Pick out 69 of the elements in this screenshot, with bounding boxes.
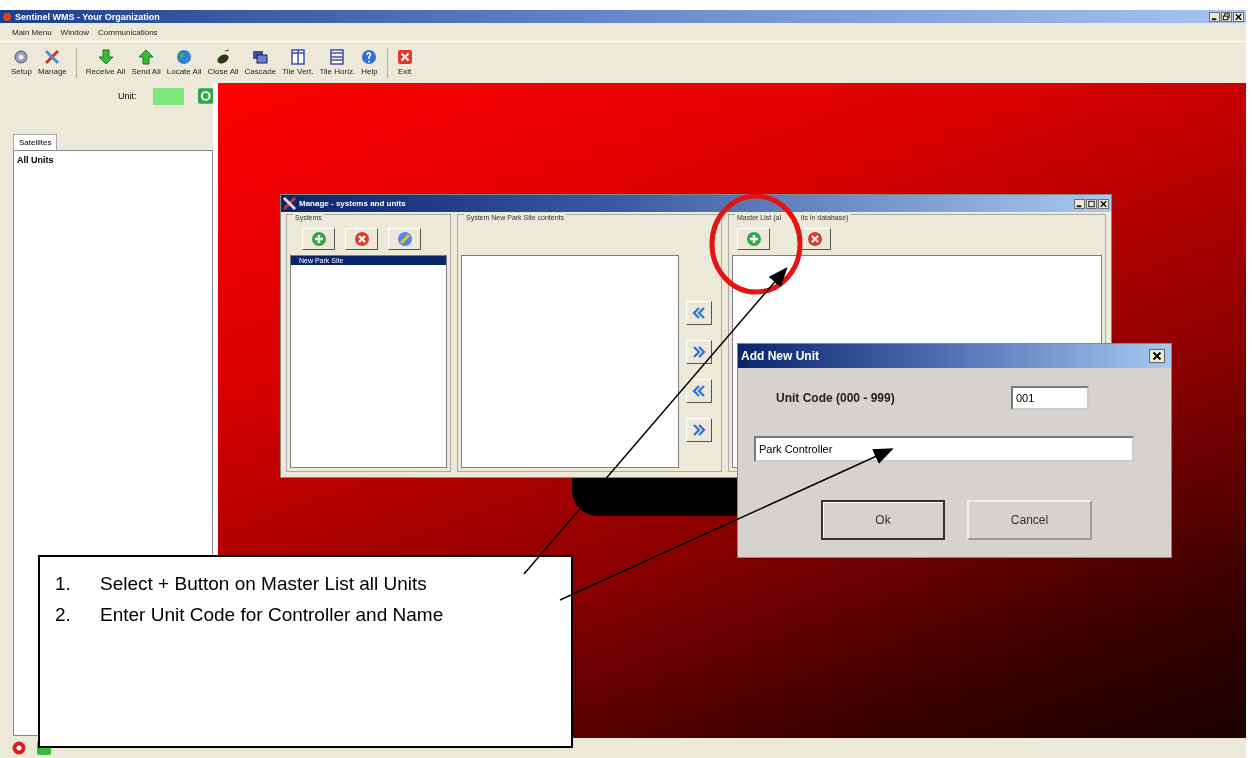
edit-button[interactable] <box>388 228 421 250</box>
up-arrow-icon <box>138 49 155 65</box>
down-arrow-icon <box>97 49 114 65</box>
ok-button[interactable]: Ok <box>821 500 945 540</box>
double-arrow-icon <box>691 346 706 358</box>
toolbar-button[interactable]: Exit <box>395 49 414 76</box>
close-icon[interactable] <box>1098 198 1109 209</box>
step-number: 2. <box>55 603 72 626</box>
dialog-title: Add New Unit <box>741 349 819 363</box>
gear-icon <box>13 49 30 65</box>
close-icon[interactable] <box>1149 349 1165 363</box>
help-icon <box>361 49 378 65</box>
tree-item[interactable]: All Units <box>17 155 209 165</box>
delete-icon <box>806 231 823 247</box>
delete-icon <box>353 231 370 247</box>
toolbar-button[interactable]: Help <box>360 49 379 76</box>
cancel-button[interactable]: Cancel <box>967 500 1092 540</box>
toolbar-button[interactable]: Locate All <box>165 49 203 76</box>
tile-horizontal-icon <box>329 49 346 65</box>
unit-field[interactable] <box>152 87 184 105</box>
move-button[interactable] <box>685 379 712 403</box>
move-button[interactable] <box>685 340 712 364</box>
app-icon <box>3 12 11 21</box>
double-arrow-icon <box>691 385 706 397</box>
add-button[interactable] <box>737 228 770 250</box>
restore-icon[interactable] <box>1221 11 1232 22</box>
double-arrow-icon <box>691 424 706 436</box>
close-icon[interactable] <box>1233 11 1244 22</box>
pencil-icon <box>396 231 413 247</box>
delete-button[interactable] <box>345 228 378 250</box>
unit-code-label: Unit Code (000 - 999) <box>776 391 895 405</box>
leaf-icon <box>215 49 232 65</box>
step-text: Select + Button on Master List all Units <box>100 572 427 595</box>
unit-label: Unit: <box>118 91 137 101</box>
toolbar-button[interactable]: Cascade <box>243 49 278 76</box>
toolbar-button[interactable]: Manage <box>36 49 68 76</box>
toolbar-button[interactable]: Tile Vert. <box>281 49 315 76</box>
tile-vertical-icon <box>289 49 306 65</box>
minimize-icon[interactable] <box>1074 198 1085 209</box>
refresh-icon[interactable] <box>197 88 213 104</box>
move-button[interactable] <box>685 301 712 325</box>
toolbar-button[interactable]: Send All <box>130 49 162 76</box>
exit-icon <box>396 49 413 65</box>
globe-icon <box>176 49 193 65</box>
toolbar-button[interactable]: Setup <box>10 49 33 76</box>
menu-item[interactable]: Communications <box>98 27 158 37</box>
tools-icon <box>283 197 296 210</box>
sidebar-tab[interactable]: Satellites <box>13 134 58 150</box>
windows-icon <box>252 49 269 65</box>
add-button[interactable] <box>302 228 335 250</box>
toolbar-button[interactable]: Receive All <box>84 49 127 76</box>
step-text: Enter Unit Code for Controller and Name <box>100 603 444 626</box>
tools-icon <box>44 49 61 65</box>
toolbar-button[interactable]: Tile Horiz. <box>318 49 357 76</box>
toolbar-button[interactable]: Close All <box>206 49 240 76</box>
minimize-icon[interactable] <box>1209 11 1220 22</box>
stop-icon <box>12 741 26 755</box>
move-button[interactable] <box>685 418 712 442</box>
plus-icon <box>310 231 327 247</box>
menu-item[interactable]: Main Menu <box>12 27 52 37</box>
window-title: Sentinel WMS - Your Organization <box>15 11 160 22</box>
unit-name-field[interactable]: Park Controller <box>754 436 1134 462</box>
window-title: Manage - systems and units <box>299 199 406 208</box>
menu-item[interactable]: Window <box>60 27 90 37</box>
unit-code-field[interactable]: 001 <box>1011 386 1089 410</box>
step-number: 1. <box>55 572 72 595</box>
maximize-icon[interactable] <box>1086 198 1097 209</box>
plus-icon <box>745 231 762 247</box>
double-arrow-icon <box>691 307 706 319</box>
